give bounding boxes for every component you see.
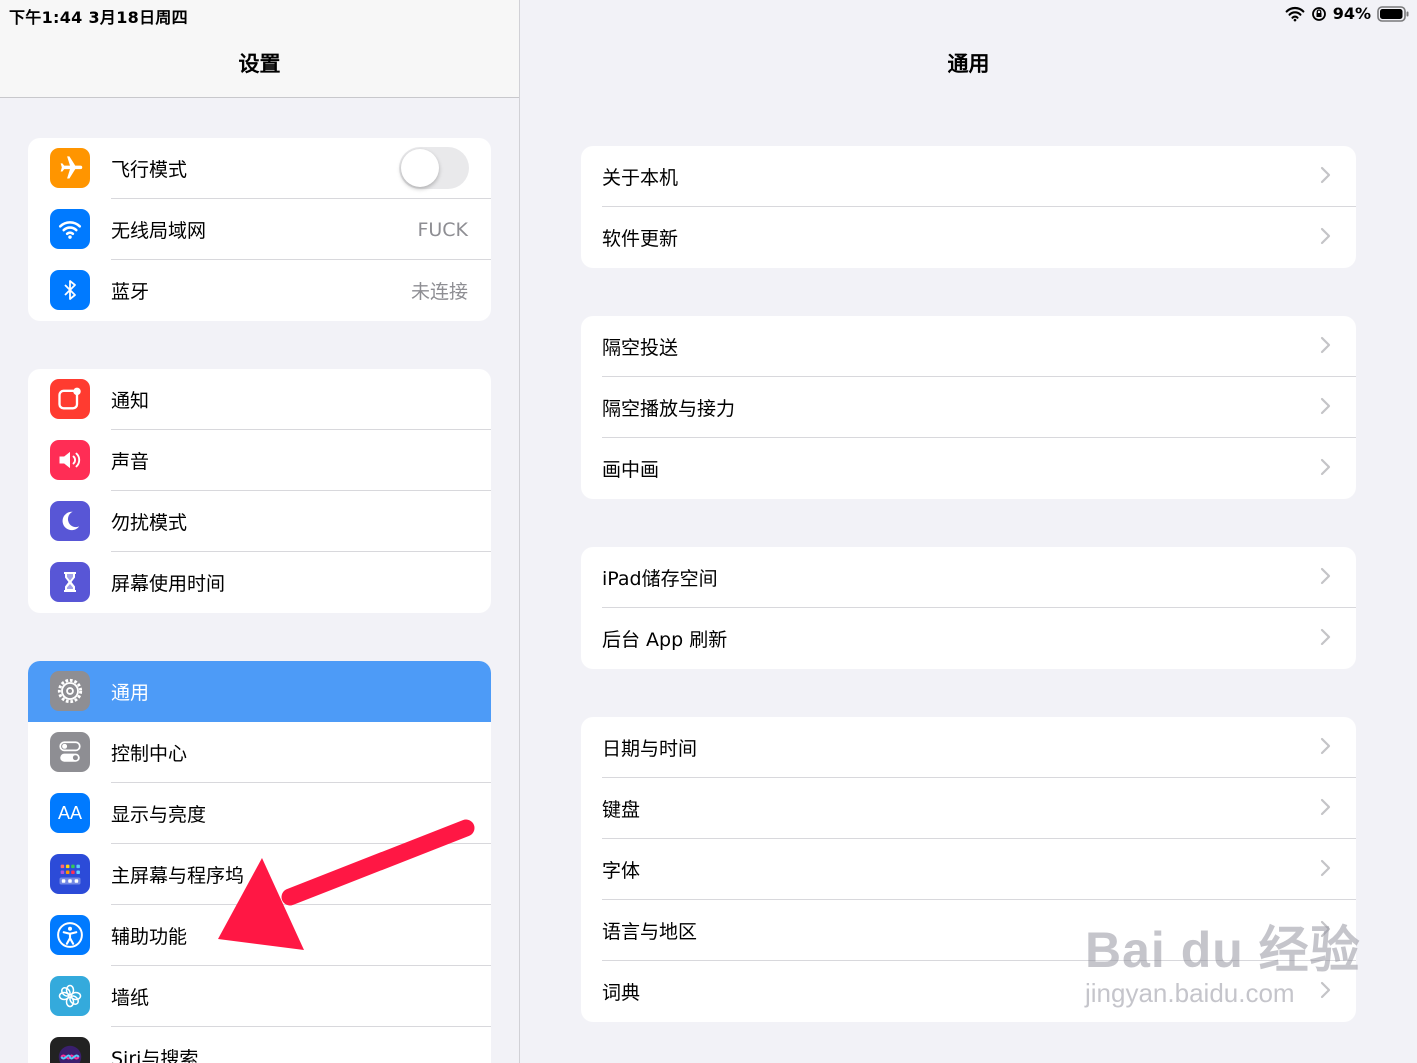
sidebar-item-label: 无线局域网 xyxy=(111,220,207,242)
chevron-right-icon xyxy=(1320,798,1331,816)
chevron-right-icon xyxy=(1320,458,1331,476)
sidebar-item-label: 通用 xyxy=(111,682,150,704)
sidebar-item-screen-time[interactable]: 屏幕使用时间 xyxy=(28,552,491,613)
menu-item-label: 隔空播放与接力 xyxy=(602,398,736,420)
sidebar-item-label: 主屏幕与程序坞 xyxy=(111,865,245,887)
sidebar-item-airplane-mode[interactable]: 飞行模式 xyxy=(28,138,491,199)
menu-item-airplay-handoff[interactable]: 隔空播放与接力 xyxy=(581,377,1356,438)
settings-sidebar: 设置 飞行模式 无线局域网 FUCK 蓝牙 未连接 通知 声音 勿扰模式 屏幕使… xyxy=(0,0,520,1063)
general-detail-pane: 通用 关于本机 软件更新 隔空投送 隔空播放与接力 画中画 iPad储存空间 后… xyxy=(520,0,1417,1063)
menu-item-fonts[interactable]: 字体 xyxy=(581,839,1356,900)
sidebar-title: 设置 xyxy=(238,52,281,76)
menu-item-software-update[interactable]: 软件更新 xyxy=(581,207,1356,268)
menu-item-label: 后台 App 刷新 xyxy=(602,629,728,651)
chevron-right-icon xyxy=(1320,166,1331,184)
hourglass-icon xyxy=(50,562,90,602)
wifi-icon xyxy=(50,209,90,249)
menu-item-label: 关于本机 xyxy=(602,167,679,189)
airplane-icon xyxy=(50,148,90,188)
bluetooth-status: 未连接 xyxy=(410,281,468,303)
sidebar-item-general[interactable]: 通用 xyxy=(28,661,491,722)
chevron-right-icon xyxy=(1320,336,1331,354)
sidebar-item-label: 屏幕使用时间 xyxy=(111,573,226,595)
sidebar-item-notifications[interactable]: 通知 xyxy=(28,369,491,430)
sidebar-item-label: 控制中心 xyxy=(111,743,188,765)
menu-item-airdrop[interactable]: 隔空投送 xyxy=(581,316,1356,377)
menu-item-label: 字体 xyxy=(602,860,641,882)
menu-item-picture-in-picture[interactable]: 画中画 xyxy=(581,438,1356,499)
bluetooth-icon xyxy=(50,270,90,310)
status-indicators: 94% xyxy=(1285,4,1409,23)
chevron-right-icon xyxy=(1320,397,1331,415)
sidebar-item-label: 通知 xyxy=(111,390,150,412)
sidebar-item-bluetooth[interactable]: 蓝牙 未连接 xyxy=(28,260,491,321)
sidebar-item-home-screen-dock[interactable]: 主屏幕与程序坞 xyxy=(28,844,491,905)
wallpaper-icon xyxy=(50,976,90,1016)
baidu-watermark: Bai du 经验 jingyan.baidu.com xyxy=(1085,910,1361,1009)
sidebar-item-display-brightness[interactable]: AA 显示与亮度 xyxy=(28,783,491,844)
sidebar-item-do-not-disturb[interactable]: 勿扰模式 xyxy=(28,491,491,552)
battery-icon xyxy=(1377,5,1409,22)
gear-icon xyxy=(50,671,90,711)
sidebar-item-label: 辅助功能 xyxy=(111,926,188,948)
menu-item-label: 画中画 xyxy=(602,459,660,481)
wifi-network-name: FUCK xyxy=(417,218,468,241)
menu-item-label: 键盘 xyxy=(602,799,641,821)
general-group: 通用 控制中心 AA 显示与亮度 主屏幕与程序坞 辅助功能 墙纸 Siri与搜索 xyxy=(28,661,491,1063)
menu-item-label: 词典 xyxy=(602,982,641,1004)
sidebar-item-label: Siri与搜索 xyxy=(111,1048,199,1063)
sidebar-item-label: 勿扰模式 xyxy=(111,512,188,534)
menu-item-label: 隔空投送 xyxy=(602,337,679,359)
sidebar-item-label: 墙纸 xyxy=(111,987,150,1009)
home-screen-icon xyxy=(50,854,90,894)
sidebar-item-label: 飞行模式 xyxy=(111,159,188,181)
wifi-status-icon xyxy=(1285,6,1305,21)
menu-item-label: 语言与地区 xyxy=(602,921,698,943)
sound-icon xyxy=(50,440,90,480)
moon-icon xyxy=(50,501,90,541)
chevron-right-icon xyxy=(1320,737,1331,755)
toggle-knob xyxy=(401,149,439,187)
connectivity-group: 飞行模式 无线局域网 FUCK 蓝牙 未连接 xyxy=(28,138,491,321)
menu-item-keyboard[interactable]: 键盘 xyxy=(581,778,1356,839)
menu-item-label: iPad储存空间 xyxy=(602,568,718,590)
airdrop-group: 隔空投送 隔空播放与接力 画中画 xyxy=(581,316,1356,499)
airplane-mode-toggle[interactable] xyxy=(399,147,469,189)
menu-item-ipad-storage[interactable]: iPad储存空间 xyxy=(581,547,1356,608)
watermark-url: jingyan.baidu.com xyxy=(1085,978,1295,1008)
about-group: 关于本机 软件更新 xyxy=(581,146,1356,268)
control-center-icon xyxy=(50,732,90,772)
sidebar-item-label: 蓝牙 xyxy=(111,281,150,303)
sidebar-item-wallpaper[interactable]: 墙纸 xyxy=(28,966,491,1027)
sidebar-item-siri-search[interactable]: Siri与搜索 xyxy=(28,1027,491,1063)
menu-item-label: 软件更新 xyxy=(602,228,679,250)
siri-icon xyxy=(50,1037,90,1063)
chevron-right-icon xyxy=(1320,859,1331,877)
display-icon: AA xyxy=(50,793,90,833)
sidebar-item-label: 声音 xyxy=(111,451,150,473)
watermark-brand: Bai du 经验 xyxy=(1085,922,1361,978)
status-time-date: 下午1:44 3月18日周四 xyxy=(9,8,188,27)
sidebar-item-accessibility[interactable]: 辅助功能 xyxy=(28,905,491,966)
storage-group: iPad储存空间 后台 App 刷新 xyxy=(581,547,1356,669)
chevron-right-icon xyxy=(1320,227,1331,245)
menu-item-date-time[interactable]: 日期与时间 xyxy=(581,717,1356,778)
notifications-group: 通知 声音 勿扰模式 屏幕使用时间 xyxy=(28,369,491,613)
page-title: 通用 xyxy=(947,52,990,76)
orientation-lock-icon xyxy=(1311,6,1326,21)
chevron-right-icon xyxy=(1320,628,1331,646)
accessibility-icon xyxy=(50,915,90,955)
menu-item-label: 日期与时间 xyxy=(602,738,698,760)
menu-item-about[interactable]: 关于本机 xyxy=(581,146,1356,207)
sidebar-item-wifi[interactable]: 无线局域网 FUCK xyxy=(28,199,491,260)
notifications-icon xyxy=(50,379,90,419)
menu-item-background-app-refresh[interactable]: 后台 App 刷新 xyxy=(581,608,1356,669)
sidebar-item-control-center[interactable]: 控制中心 xyxy=(28,722,491,783)
sidebar-item-label: 显示与亮度 xyxy=(111,804,207,826)
chevron-right-icon xyxy=(1320,567,1331,585)
sidebar-item-sounds[interactable]: 声音 xyxy=(28,430,491,491)
battery-percentage: 94% xyxy=(1332,4,1371,23)
